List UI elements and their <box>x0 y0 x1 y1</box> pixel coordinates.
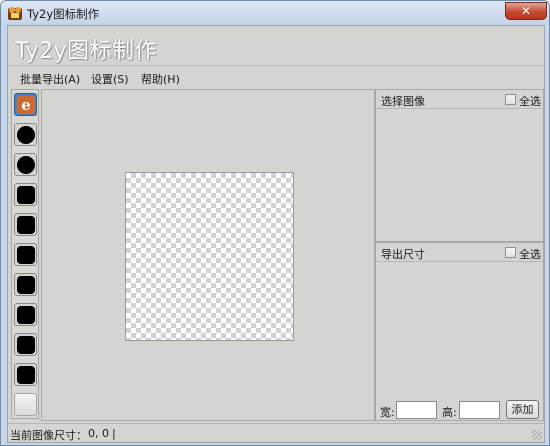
status-size-value: 0, 0 <box>88 427 109 440</box>
rail-item-square-4[interactable] <box>14 273 37 296</box>
height-label: 高: <box>442 406 457 419</box>
width-input[interactable] <box>396 401 437 419</box>
close-icon: ✕ <box>520 4 532 18</box>
client-area: Ty2y图标制作 批量导出(A) 设置(S) 帮助(H) e 选择图像 全选 导… <box>7 25 545 443</box>
rounded-square-icon <box>17 366 35 384</box>
rounded-square-icon <box>17 246 35 264</box>
rail-item-square-7[interactable] <box>14 363 37 386</box>
rail-item-circle-1[interactable] <box>14 123 37 146</box>
circle-icon <box>17 156 35 174</box>
circle-icon <box>17 126 35 144</box>
resize-grip-icon[interactable] <box>532 430 542 440</box>
export-size-header: 导出尺寸 全选 <box>376 243 543 262</box>
menu-bar: 批量导出(A) 设置(S) 帮助(H) <box>8 69 544 87</box>
rounded-square-icon <box>17 276 35 294</box>
rail-item-square-6[interactable] <box>14 333 37 356</box>
rounded-square-icon <box>17 306 35 324</box>
ie-icon: e <box>17 96 35 114</box>
rail-item-ie[interactable]: e <box>14 93 37 116</box>
export-size-all-label: 全选 <box>519 248 541 261</box>
menu-batch-export[interactable]: 批量导出(A) <box>20 71 80 87</box>
rail-item-square-3[interactable] <box>14 243 37 266</box>
rounded-square-icon <box>17 336 35 354</box>
select-image-title: 选择图像 <box>381 95 425 108</box>
app-icon <box>8 7 22 20</box>
size-input-row: 宽: 高: 添加 <box>376 400 543 420</box>
canvas-area <box>41 89 375 421</box>
rail-item-square-2[interactable] <box>14 213 37 236</box>
menu-settings[interactable]: 设置(S) <box>91 71 129 87</box>
width-label: 宽: <box>380 406 395 419</box>
select-image-panel: 选择图像 全选 <box>375 89 544 242</box>
select-image-all-label: 全选 <box>519 95 541 108</box>
rail-item-circle-2[interactable] <box>14 153 37 176</box>
window-title: Ty2y图标制作 <box>27 7 100 21</box>
banner-title: Ty2y图标制作 <box>15 39 158 64</box>
status-separator: | <box>112 427 116 440</box>
image-canvas[interactable] <box>125 172 294 341</box>
banner: Ty2y图标制作 <box>8 26 544 66</box>
title-bar[interactable]: Ty2y图标制作 ✕ <box>1 1 549 25</box>
add-button[interactable]: 添加 <box>506 400 539 419</box>
status-bar: 当前图像尺寸： 0, 0 | <box>8 423 544 442</box>
rounded-square-icon <box>17 216 35 234</box>
icon-rail: e <box>11 89 39 419</box>
rail-item-blank[interactable] <box>14 393 37 416</box>
height-input[interactable] <box>459 401 500 419</box>
rail-item-square-1[interactable] <box>14 183 37 206</box>
export-size-title: 导出尺寸 <box>381 248 425 261</box>
select-image-header: 选择图像 全选 <box>376 90 543 109</box>
menu-help[interactable]: 帮助(H) <box>141 71 180 87</box>
export-size-all-checkbox[interactable] <box>505 247 516 258</box>
status-label: 当前图像尺寸： <box>10 429 87 442</box>
close-button[interactable]: ✕ <box>505 2 547 20</box>
export-size-panel: 导出尺寸 全选 宽: 高: 添加 <box>375 242 544 421</box>
main-window: Ty2y图标制作 ✕ Ty2y图标制作 批量导出(A) 设置(S) 帮助(H) … <box>0 0 550 446</box>
rail-item-square-5[interactable] <box>14 303 37 326</box>
select-image-all-checkbox[interactable] <box>505 94 516 105</box>
rounded-square-icon <box>17 186 35 204</box>
